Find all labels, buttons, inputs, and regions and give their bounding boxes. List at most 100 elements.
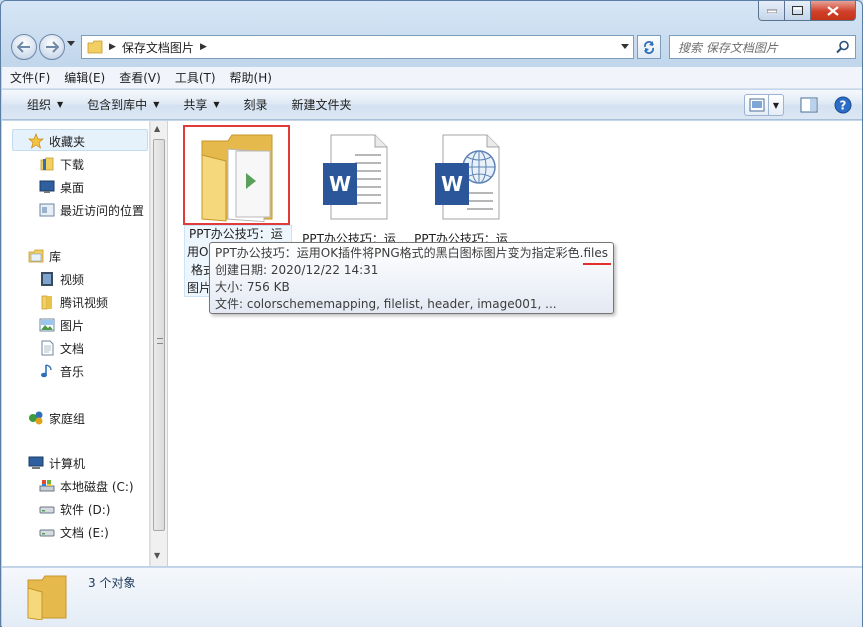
nav-item-drive-d-label: 软件 (D:) — [60, 502, 111, 517]
search-icon[interactable] — [836, 40, 850, 54]
nav-item-drive-e[interactable]: 文档 (E:) — [39, 522, 109, 542]
preview-pane-icon[interactable] — [800, 97, 818, 113]
search-placeholder: 搜索 保存文档图片 — [678, 40, 778, 55]
navigation-pane: 收藏夹 下载 桌面 最近访问的位置 库 视频 腾讯视频 图片 文档 音乐 家庭组… — [2, 121, 150, 566]
chevron-down-icon: ▼ — [213, 100, 220, 109]
folder-name-line-1: PPT办公技巧：运 — [189, 227, 283, 241]
nav-item-pictures[interactable]: 图片 — [39, 315, 84, 335]
nav-item-videos[interactable]: 视频 — [39, 269, 84, 289]
nav-item-desktop[interactable]: 桌面 — [39, 177, 84, 197]
folder-icon — [87, 40, 103, 54]
burn-button[interactable]: 刻录 — [244, 96, 268, 113]
close-button[interactable] — [811, 1, 856, 21]
recent-places-icon — [39, 203, 55, 217]
change-view-button[interactable]: ▼ — [744, 94, 784, 116]
scroll-down-icon[interactable]: ▼ — [154, 551, 160, 560]
scroll-thumb[interactable] — [153, 139, 165, 531]
nav-item-recent-places[interactable]: 最近访问的位置 — [39, 200, 144, 220]
nav-libraries-label: 库 — [49, 249, 62, 264]
menu-bar: 文件(F) 编辑(E) 查看(V) 工具(T) 帮助(H) — [2, 67, 862, 89]
library-icon — [28, 249, 44, 263]
music-note-icon — [41, 364, 52, 378]
address-history-dropdown-icon[interactable] — [621, 44, 629, 50]
new-folder-label: 新建文件夹 — [291, 98, 352, 112]
close-icon — [827, 5, 839, 16]
svg-text:W: W — [329, 172, 351, 196]
caption-buttons — [758, 1, 856, 21]
breadcrumb-current[interactable]: 保存文档图片 — [122, 39, 194, 56]
menu-tools[interactable]: 工具(T) — [175, 69, 216, 86]
nav-item-tencent-video[interactable]: 腾讯视频 — [39, 292, 108, 312]
menu-help[interactable]: 帮助(H) — [230, 69, 272, 86]
tooltip-created-date: 创建日期: 2020/12/22 14:31 — [215, 263, 379, 277]
drive-icon — [39, 529, 55, 537]
view-dropdown-icon[interactable]: ▼ — [769, 101, 783, 110]
nav-item-downloads[interactable]: 下载 — [39, 154, 84, 174]
nav-item-documents[interactable]: 文档 — [39, 338, 84, 358]
word-web-page-icon: W — [406, 127, 516, 227]
minimize-button[interactable] — [758, 1, 785, 21]
back-arrow-icon — [17, 41, 30, 53]
scroll-up-icon[interactable]: ▲ — [154, 124, 160, 133]
back-button[interactable] — [11, 34, 37, 60]
tooltip-file-name: PPT办公技巧：运用OK插件将PNG格式的黑白图标图片变为指定彩色.files — [215, 246, 608, 260]
file-item-word-web[interactable]: W PPT办公技巧：运 — [406, 127, 516, 247]
word-document-icon: W — [294, 127, 404, 227]
address-bar[interactable]: ▶ 保存文档图片 ▶ — [81, 35, 634, 59]
svg-text:W: W — [441, 172, 463, 196]
downloads-folder-icon — [40, 157, 54, 171]
red-highlight-box — [183, 125, 290, 225]
nav-favorites[interactable]: 收藏夹 — [28, 131, 85, 151]
refresh-button[interactable] — [637, 35, 661, 59]
nav-homegroup-label: 家庭组 — [49, 411, 86, 426]
nav-favorites-label: 收藏夹 — [49, 134, 86, 149]
forward-button[interactable] — [39, 34, 65, 60]
computer-icon — [28, 456, 44, 469]
drive-icon — [39, 506, 55, 514]
system-drive-icon — [39, 480, 55, 492]
file-item-word-doc[interactable]: W PPT办公技巧：运 — [294, 127, 404, 247]
documents-icon — [41, 340, 54, 356]
chevron-down-icon: ▼ — [153, 100, 160, 109]
menu-view[interactable]: 查看(V) — [119, 69, 161, 86]
file-list: PPT办公技巧：运 用O 格式 图片 W PPT办公技巧：运 W PPT办公技巧… — [168, 121, 862, 566]
nav-item-drive-c[interactable]: 本地磁盘 (C:) — [39, 476, 134, 496]
refresh-icon — [644, 41, 654, 54]
nav-item-drive-d[interactable]: 软件 (D:) — [39, 499, 110, 519]
organize-label: 组织 — [27, 98, 52, 112]
nav-item-music[interactable]: 音乐 — [39, 361, 84, 381]
recent-pages-dropdown-icon[interactable] — [67, 41, 75, 47]
organize-button[interactable]: 组织 ▼ — [27, 96, 63, 113]
command-bar: 组织 ▼ 包含到库中 ▼ 共享 ▼ 刻录 新建文件夹 ▼ ? — [2, 90, 862, 120]
file-info-tooltip: PPT办公技巧：运用OK插件将PNG格式的黑白图标图片变为指定彩色.files … — [209, 242, 614, 314]
help-icon[interactable]: ? — [834, 96, 852, 114]
maximize-button[interactable] — [785, 1, 811, 21]
navigation-scrollbar[interactable]: ▲ ▼ — [150, 121, 167, 566]
menu-edit[interactable]: 编辑(E) — [64, 69, 105, 86]
nav-item-pictures-label: 图片 — [60, 318, 85, 333]
nav-computer[interactable]: 计算机 — [28, 453, 85, 473]
homegroup-icon — [29, 411, 43, 425]
forward-arrow-icon — [46, 41, 59, 53]
include-in-library-button[interactable]: 包含到库中 ▼ — [87, 96, 159, 113]
share-button[interactable]: 共享 ▼ — [183, 96, 219, 113]
tooltip-size: 大小: 756 KB — [215, 280, 290, 294]
explorer-window: ▶ 保存文档图片 ▶ 搜索 保存文档图片 文件(F) 编辑(E) 查看(V) 工… — [0, 0, 863, 627]
nav-item-tencent-video-label: 腾讯视频 — [60, 295, 109, 310]
view-icon — [745, 95, 769, 115]
view-controls: ▼ ? — [744, 94, 852, 116]
search-input[interactable]: 搜索 保存文档图片 — [669, 35, 856, 59]
address-row: ▶ 保存文档图片 ▶ 搜索 保存文档图片 — [1, 31, 862, 63]
menu-file[interactable]: 文件(F) — [10, 69, 50, 86]
nav-item-drive-c-label: 本地磁盘 (C:) — [60, 479, 134, 494]
share-label: 共享 — [183, 98, 208, 112]
breadcrumb-separator[interactable]: ▶ — [109, 42, 116, 52]
nav-libraries[interactable]: 库 — [28, 246, 61, 266]
breadcrumb-separator-end[interactable]: ▶ — [200, 42, 207, 52]
nav-item-downloads-label: 下载 — [60, 157, 85, 172]
new-folder-button[interactable]: 新建文件夹 — [292, 96, 352, 113]
nav-computer-label: 计算机 — [49, 456, 86, 471]
nav-homegroup[interactable]: 家庭组 — [28, 408, 85, 428]
svg-text:?: ? — [840, 99, 847, 113]
nav-item-desktop-label: 桌面 — [60, 180, 85, 195]
